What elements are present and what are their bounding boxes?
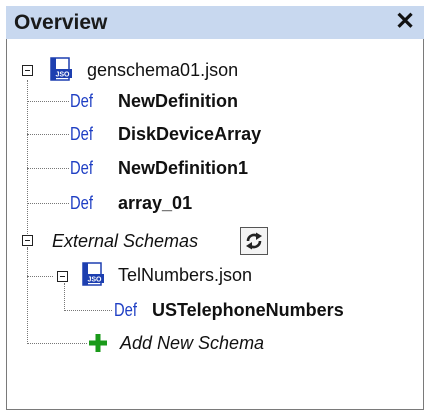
- tree-connector: [64, 283, 65, 311]
- panel-title: Overview: [14, 11, 108, 34]
- json-file-icon: JSO: [82, 262, 104, 286]
- definition-name: array_01: [118, 192, 193, 213]
- tree-connector: [27, 203, 69, 204]
- collapse-toggle-icon[interactable]: [22, 65, 33, 76]
- tree-item-definition[interactable]: Def NewDefinition1: [70, 154, 248, 182]
- def-tag: Def: [70, 192, 93, 213]
- root-file-label: genschema01.json: [87, 59, 239, 80]
- tree-item-external-file[interactable]: TelNumbers.json: [118, 261, 252, 289]
- tree-item-root-file[interactable]: genschema01.json: [87, 56, 238, 84]
- refresh-icon: [246, 232, 262, 250]
- tree-connector: [27, 248, 28, 344]
- tree-connector: [27, 168, 69, 169]
- tree-connector: [27, 343, 87, 344]
- tree-connector: [27, 134, 69, 135]
- tree-connector: [27, 276, 53, 277]
- tree-connector: [27, 101, 69, 102]
- collapse-toggle-icon[interactable]: [57, 271, 68, 282]
- add-new-schema-button[interactable]: Add New Schema: [120, 329, 264, 357]
- add-new-schema-label: Add New Schema: [120, 332, 265, 353]
- collapse-toggle-icon[interactable]: [22, 235, 33, 246]
- tree-item-definition[interactable]: Def NewDefinition: [70, 87, 238, 115]
- definition-name: USTelephoneNumbers: [152, 299, 344, 320]
- tree-item-external-schemas[interactable]: External Schemas: [52, 227, 198, 255]
- tree-item-definition[interactable]: Def DiskDeviceArray: [70, 120, 261, 148]
- def-tag: Def: [114, 299, 137, 320]
- def-tag: Def: [70, 157, 93, 178]
- json-file-icon: JSO: [50, 57, 72, 81]
- def-tag: Def: [70, 90, 93, 111]
- svg-text:JSO: JSO: [87, 277, 102, 284]
- close-icon[interactable]: ✕: [392, 8, 418, 36]
- tree-item-external-definition[interactable]: Def USTelephoneNumbers: [114, 296, 344, 324]
- tree-connector: [64, 310, 112, 311]
- tree-item-definition[interactable]: Def array_01: [70, 189, 192, 217]
- overview-titlebar: Overview ✕: [6, 6, 424, 39]
- definition-name: NewDefinition: [118, 90, 238, 111]
- external-schemas-label: External Schemas: [52, 230, 199, 251]
- refresh-button[interactable]: [240, 227, 268, 255]
- definition-name: NewDefinition1: [118, 157, 249, 178]
- definition-name: DiskDeviceArray: [118, 123, 262, 144]
- def-tag: Def: [70, 123, 93, 144]
- svg-text:JSO: JSO: [55, 72, 70, 79]
- plus-icon: [89, 334, 107, 352]
- external-file-label: TelNumbers.json: [118, 264, 253, 285]
